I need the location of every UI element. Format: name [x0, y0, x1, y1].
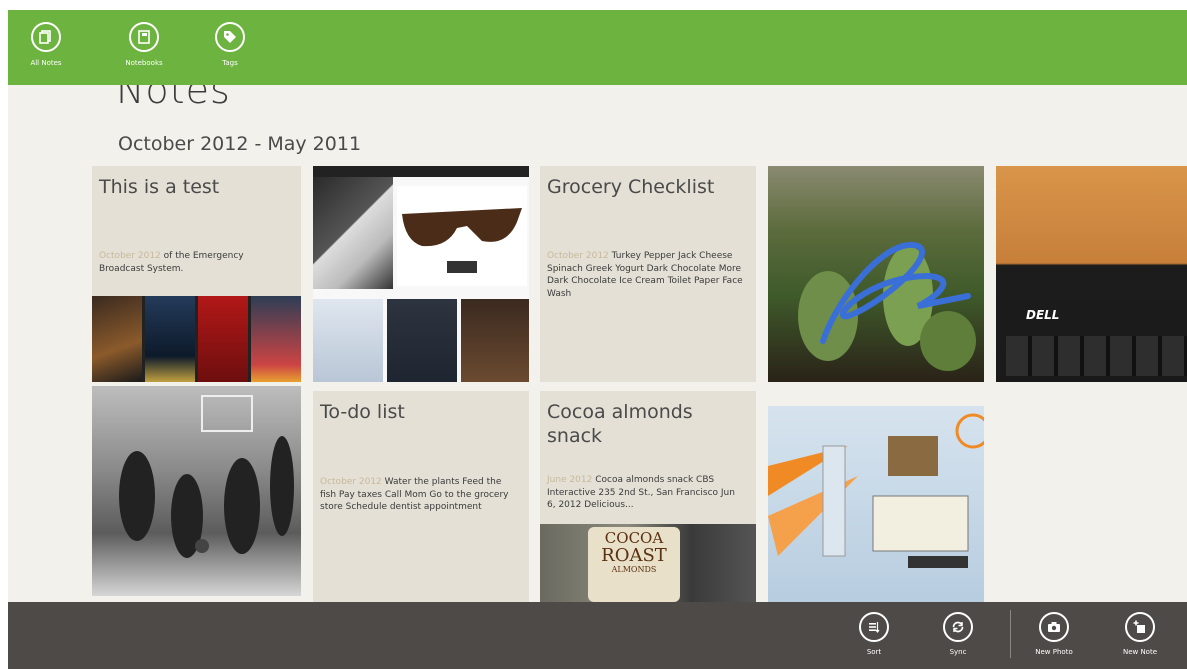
sort-label: Sort	[866, 648, 882, 656]
product-photo	[313, 177, 393, 289]
note-date: October 2012	[320, 477, 382, 487]
note-title: This is a test	[99, 176, 220, 198]
new-note-button[interactable]: New Note	[1110, 612, 1170, 656]
sync-button[interactable]: Sync	[928, 612, 988, 656]
note-snippet: October 2012 of the Emergency Broadcast …	[99, 250, 291, 275]
new-photo-label: New Photo	[1035, 648, 1073, 656]
note-tile-succulents-drawing[interactable]	[768, 166, 984, 382]
webpage-header-bar	[313, 166, 529, 177]
note-tile-sunglasses-web-clip[interactable]	[313, 166, 529, 382]
tags-button[interactable]: Tags	[195, 22, 265, 67]
new-note-icon	[1125, 612, 1155, 642]
note-title: To-do list	[320, 401, 405, 423]
note-tile-dell-keyboard[interactable]: DELL	[996, 166, 1187, 382]
basketball-photo	[119, 395, 294, 558]
notebooks-label: Notebooks	[125, 59, 163, 67]
succulent-photo-with-ink	[798, 241, 976, 371]
note-snippet: October 2012 Turkey Pepper Jack Cheese S…	[547, 250, 746, 300]
note-tile-this-is-a-test[interactable]: This is a test October 2012 of the Emerg…	[92, 166, 301, 382]
tags-label: Tags	[222, 59, 238, 67]
note-date: June 2012	[547, 475, 593, 485]
note-snippet: October 2012 Water the plants Feed the f…	[320, 476, 519, 514]
new-photo-button[interactable]: New Photo	[1024, 612, 1084, 656]
shirt-photo	[313, 299, 383, 382]
tag-icon	[215, 22, 245, 52]
note-date: October 2012	[547, 251, 609, 261]
sunglasses-photo	[397, 186, 527, 286]
camera-icon	[1039, 612, 1069, 642]
sort-button[interactable]: Sort	[844, 612, 904, 656]
note-tile-cocoa-almonds[interactable]: Cocoa almonds snack June 2012 Cocoa almo…	[540, 391, 756, 602]
note-tile-basketball-photo[interactable]	[92, 386, 301, 596]
desktop-screenshot-image	[768, 413, 984, 568]
cufflinks-photo	[387, 299, 457, 382]
evernote-app: All Notes Notebooks Tags Notes October 2…	[8, 10, 1187, 669]
note-snippet: June 2012 Cocoa almonds snack CBS Intera…	[547, 474, 746, 512]
all-notes-button[interactable]: All Notes	[11, 22, 81, 67]
can-text-roast: ROAST	[601, 544, 667, 566]
top-app-bar: All Notes Notebooks Tags	[8, 10, 1187, 85]
notebook-icon	[129, 22, 159, 52]
note-date: October 2012	[99, 251, 161, 261]
all-notes-label: All Notes	[30, 59, 62, 67]
note-title: Grocery Checklist	[547, 176, 715, 198]
sort-icon	[859, 612, 889, 642]
note-tile-desktop-screenshot[interactable]	[768, 406, 984, 602]
appbar-divider	[1010, 610, 1011, 658]
sync-icon	[943, 612, 973, 642]
note-tile-grocery-checklist[interactable]: Grocery Checklist October 2012 Turkey Pe…	[540, 166, 756, 382]
note-tile-to-do-list[interactable]: To-do list October 2012 Water the plants…	[313, 391, 529, 602]
all-notes-icon	[31, 22, 61, 52]
keyboard-keys	[1006, 336, 1187, 376]
notebooks-button[interactable]: Notebooks	[109, 22, 179, 67]
note-title: Cocoa almonds snack	[547, 401, 693, 447]
group-title[interactable]: October 2012 - May 2011	[118, 133, 361, 155]
new-note-label: New Note	[1122, 648, 1158, 656]
bottom-app-bar: Sort Sync New Photo New Note	[8, 602, 1187, 669]
sync-label: Sync	[949, 648, 967, 656]
movie-posters-image	[92, 296, 301, 382]
keyboard-brand: DELL	[1026, 308, 1060, 322]
cocoa-can-photo: COCOA ROAST ALMONDS	[540, 524, 756, 602]
leather-photo	[461, 299, 529, 382]
cocoa-can: COCOA ROAST ALMONDS	[588, 527, 680, 602]
can-text-almonds: ALMONDS	[611, 564, 657, 574]
